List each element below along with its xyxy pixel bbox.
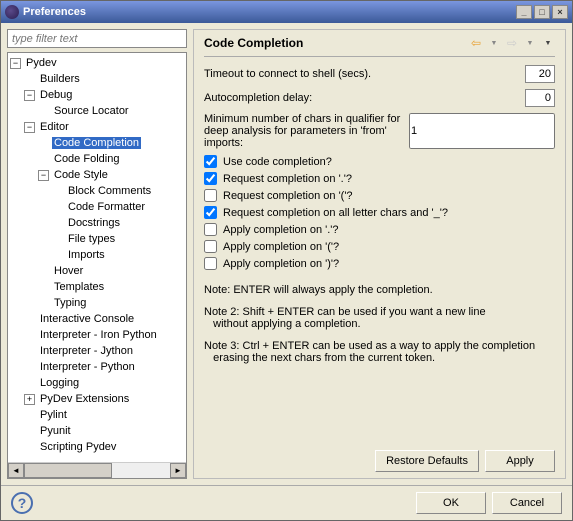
tree-block-comments[interactable]: Block Comments: [66, 185, 153, 197]
minchars-label-1: Minimum number of chars in qualifier for: [204, 113, 409, 125]
check-request-letters[interactable]: [204, 206, 217, 219]
check-label: Apply completion on '('?: [223, 241, 339, 253]
check-label: Request completion on all letter chars a…: [223, 207, 448, 219]
check-label: Apply completion on ')'?: [223, 258, 339, 270]
apply-button[interactable]: Apply: [485, 450, 555, 472]
tree-code-style[interactable]: Code Style: [52, 169, 110, 181]
tree-logging[interactable]: Logging: [38, 377, 81, 389]
check-label: Request completion on '.'?: [223, 173, 352, 185]
timeout-label: Timeout to connect to shell (secs).: [204, 68, 525, 80]
window-title: Preferences: [23, 6, 86, 18]
tree-pydev-extensions[interactable]: PyDev Extensions: [38, 393, 131, 405]
restore-defaults-button[interactable]: Restore Defaults: [375, 450, 479, 472]
tree-code-completion[interactable]: Code Completion: [52, 137, 141, 149]
tree-interactive-console[interactable]: Interactive Console: [38, 313, 136, 325]
tree-builders[interactable]: Builders: [38, 73, 82, 85]
check-label: Use code completion?: [223, 156, 332, 168]
tree-hover[interactable]: Hover: [52, 265, 85, 277]
help-icon[interactable]: ?: [11, 492, 33, 514]
tree-source-locator[interactable]: Source Locator: [52, 105, 131, 117]
preferences-tree[interactable]: −Pydev Builders −Debug Source Locator −E…: [7, 52, 187, 479]
delay-input[interactable]: [525, 89, 555, 107]
back-menu-icon[interactable]: ▼: [487, 36, 501, 50]
forward-menu-icon[interactable]: ▼: [523, 36, 537, 50]
cancel-button[interactable]: Cancel: [492, 492, 562, 514]
maximize-button[interactable]: □: [534, 5, 550, 19]
minchars-input[interactable]: [409, 113, 555, 149]
titlebar: Preferences _ □ ×: [1, 1, 572, 23]
tree-interp-ironpython[interactable]: Interpreter - Iron Python: [38, 329, 159, 341]
tree-pylint[interactable]: Pylint: [38, 409, 69, 421]
tree-imports[interactable]: Imports: [66, 249, 107, 261]
tree-debug[interactable]: Debug: [38, 89, 74, 101]
delay-label: Autocompletion delay:: [204, 92, 525, 104]
minchars-label-2: deep analysis for parameters in 'from' i…: [204, 125, 409, 149]
check-label: Apply completion on '.'?: [223, 224, 339, 236]
tree-hscrollbar[interactable]: ◄ ►: [8, 462, 186, 478]
back-icon[interactable]: ⇦: [469, 36, 483, 50]
page-menu-icon[interactable]: ▼: [541, 36, 555, 50]
check-label: Request completion on '('?: [223, 190, 353, 202]
filter-input[interactable]: [7, 29, 187, 48]
check-apply-open-paren[interactable]: [204, 240, 217, 253]
tree-docstrings[interactable]: Docstrings: [66, 217, 122, 229]
check-apply-dot[interactable]: [204, 223, 217, 236]
note-2: Note 2: Shift + ENTER can be used if you…: [204, 306, 555, 330]
page-title: Code Completion: [204, 36, 465, 50]
note-3: Note 3: Ctrl + ENTER can be used as a wa…: [204, 340, 555, 364]
close-button[interactable]: ×: [552, 5, 568, 19]
tree-code-folding[interactable]: Code Folding: [52, 153, 121, 165]
note-1: Note: ENTER will always apply the comple…: [204, 284, 555, 296]
tree-scripting-pydev[interactable]: Scripting Pydev: [38, 441, 118, 453]
tree-interp-jython[interactable]: Interpreter - Jython: [38, 345, 135, 357]
tree-pyunit[interactable]: Pyunit: [38, 425, 73, 437]
forward-icon[interactable]: ⇨: [505, 36, 519, 50]
check-apply-close-paren[interactable]: [204, 257, 217, 270]
scroll-right-icon[interactable]: ►: [170, 463, 186, 478]
minimize-button[interactable]: _: [516, 5, 532, 19]
tree-editor[interactable]: Editor: [38, 121, 71, 133]
check-request-dot[interactable]: [204, 172, 217, 185]
check-use-completion[interactable]: [204, 155, 217, 168]
tree-templates[interactable]: Templates: [52, 281, 106, 293]
eclipse-icon: [5, 5, 19, 19]
tree-typing[interactable]: Typing: [52, 297, 88, 309]
scroll-thumb[interactable]: [24, 463, 112, 478]
scroll-left-icon[interactable]: ◄: [8, 463, 24, 478]
tree-pydev[interactable]: Pydev: [24, 57, 59, 69]
check-request-paren[interactable]: [204, 189, 217, 202]
ok-button[interactable]: OK: [416, 492, 486, 514]
tree-file-types[interactable]: File types: [66, 233, 117, 245]
timeout-input[interactable]: [525, 65, 555, 83]
tree-interp-python[interactable]: Interpreter - Python: [38, 361, 137, 373]
tree-code-formatter[interactable]: Code Formatter: [66, 201, 147, 213]
